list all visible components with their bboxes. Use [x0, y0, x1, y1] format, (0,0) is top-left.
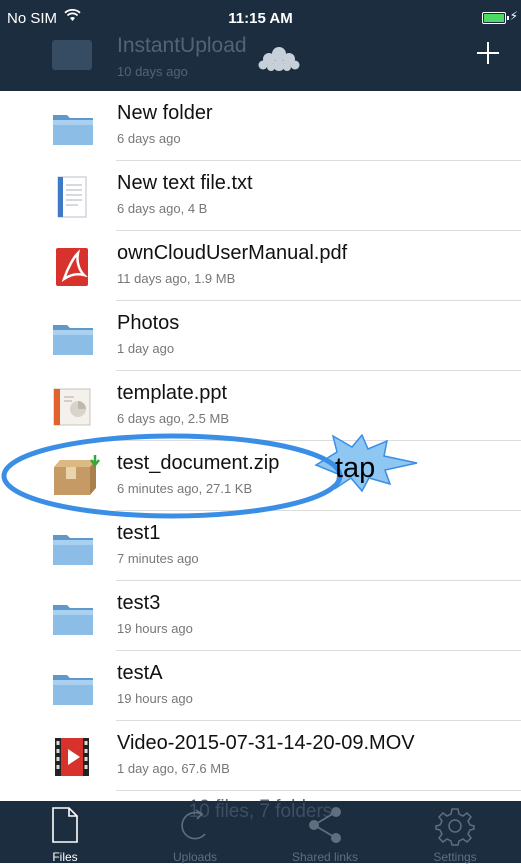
battery-icon — [482, 12, 509, 24]
files-icon — [52, 807, 78, 843]
uploads-icon — [181, 809, 206, 840]
list-item[interactable]: New folder 6 days ago — [0, 91, 521, 161]
tab-uploads[interactable]: Uploads — [130, 801, 260, 864]
tab-label: Shared links — [291, 850, 359, 864]
file-meta: 6 minutes ago, 27.1 KB — [117, 481, 253, 496]
folder-icon — [52, 40, 92, 70]
list-item[interactable]: testA 19 hours ago — [0, 651, 521, 721]
file-name: Photos — [117, 312, 180, 334]
file-meta: 11 days ago, 1.9 MB — [117, 271, 236, 286]
file-name: InstantUpload — [117, 34, 247, 57]
file-name: New folder — [117, 102, 213, 124]
tab-shared-links[interactable]: Shared links — [260, 801, 390, 864]
file-meta: 10 days ago — [117, 64, 188, 79]
list-item[interactable]: Video-2015-07-31-14-20-09.MOV 1 day ago,… — [0, 721, 521, 791]
file-name: ownCloudUserManual.pdf — [117, 242, 348, 264]
zip-file-icon — [50, 455, 100, 499]
tap-label: tap — [335, 452, 376, 484]
tab-label: Settings — [433, 850, 477, 864]
status-clock: 11:15 AM — [228, 10, 293, 27]
file-name: test_document.zip — [117, 452, 280, 474]
pdf-file-icon — [50, 245, 96, 289]
charging-bolt-icon: ⚡ — [509, 9, 518, 23]
file-meta: 7 minutes ago — [117, 551, 199, 566]
tab-label: Uploads — [172, 850, 218, 864]
add-button[interactable] — [473, 38, 503, 68]
plus-icon — [477, 42, 499, 64]
share-icon — [309, 807, 341, 843]
list-item[interactable]: test1 7 minutes ago — [0, 511, 521, 581]
tab-label: Files — [52, 850, 78, 864]
list-item[interactable]: test_document.zip 6 minutes ago, 27.1 KB — [0, 441, 521, 511]
file-name: test3 — [117, 592, 161, 614]
cloud-logo-icon — [256, 44, 302, 77]
text-file-icon — [50, 175, 96, 219]
presentation-file-icon — [50, 385, 96, 429]
file-name: Video-2015-07-31-14-20-09.MOV — [117, 732, 415, 754]
file-meta: 19 hours ago — [117, 691, 193, 706]
tab-bar: 10 files, 7 folders Files Uploads Shared… — [0, 801, 521, 864]
file-name: testA — [117, 662, 163, 684]
settings-gear-icon — [435, 808, 475, 846]
folder-icon — [50, 595, 96, 639]
list-item[interactable]: Photos 1 day ago — [0, 301, 521, 371]
row-divider — [116, 790, 521, 791]
tab-settings[interactable]: Settings — [390, 801, 520, 864]
folder-icon — [50, 525, 96, 569]
folder-icon — [50, 665, 96, 709]
file-meta: 1 day ago, 67.6 MB — [117, 761, 230, 776]
list-item[interactable]: test3 19 hours ago — [0, 581, 521, 651]
file-name: New text file.txt — [117, 172, 253, 194]
list-item[interactable]: template.ppt 6 days ago, 2.5 MB — [0, 371, 521, 441]
navigation-bar: No SIM 11:15 AM ⚡ InstantUpload 10 days … — [0, 0, 521, 91]
file-name: test1 — [117, 522, 161, 544]
file-meta: 6 days ago, 4 B — [117, 201, 208, 216]
list-item[interactable]: ownCloudUserManual.pdf 11 days ago, 1.9 … — [0, 231, 521, 301]
file-meta: 19 hours ago — [117, 621, 193, 636]
tab-files[interactable]: Files — [0, 801, 130, 864]
file-meta: 6 days ago — [117, 131, 181, 146]
video-file-icon — [50, 735, 96, 779]
folder-icon — [50, 315, 96, 359]
file-meta: 6 days ago, 2.5 MB — [117, 411, 230, 426]
file-meta: 1 day ago — [117, 341, 175, 356]
folder-icon — [50, 105, 96, 149]
file-name: template.ppt — [117, 382, 228, 404]
list-item[interactable]: New text file.txt 6 days ago, 4 B — [0, 161, 521, 231]
